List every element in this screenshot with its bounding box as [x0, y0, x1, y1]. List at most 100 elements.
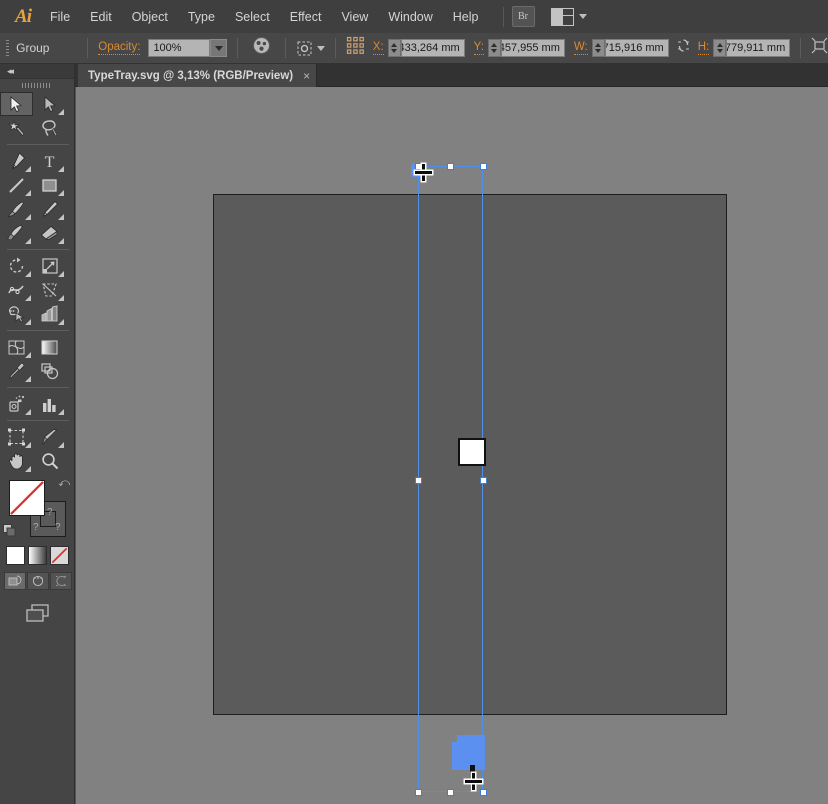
rotate-tool[interactable]	[0, 254, 33, 278]
constrain-proportions-icon[interactable]	[676, 37, 691, 59]
draw-inside-button[interactable]	[50, 572, 72, 590]
selection-handle-top-center[interactable]	[447, 163, 454, 170]
menu-select[interactable]: Select	[225, 6, 280, 28]
menu-view[interactable]: View	[331, 6, 378, 28]
x-stepper[interactable]	[388, 39, 401, 57]
tool-flyout-indicator	[58, 214, 64, 220]
free-transform-tool[interactable]	[33, 278, 66, 302]
default-fill-stroke-icon[interactable]	[3, 524, 16, 537]
rectangle-tool[interactable]	[33, 173, 66, 197]
color-mode-button[interactable]	[6, 546, 25, 565]
width-tool[interactable]	[0, 278, 33, 302]
column-graph-tool[interactable]	[33, 392, 66, 416]
opacity-dropdown-button[interactable]	[210, 39, 227, 57]
gradient-tool[interactable]	[33, 335, 66, 359]
eyedropper-tool[interactable]	[0, 359, 33, 383]
blend-tool[interactable]	[33, 359, 66, 383]
mesh-tool[interactable]	[0, 335, 33, 359]
none-mode-button[interactable]	[50, 546, 69, 565]
menu-object[interactable]: Object	[122, 6, 178, 28]
opacity-label[interactable]: Opacity:	[98, 41, 140, 55]
y-input[interactable]: 457,955 mm	[501, 39, 565, 57]
align-objects-button[interactable]	[296, 40, 325, 57]
hand-tool[interactable]	[0, 449, 33, 473]
menu-help[interactable]: Help	[443, 6, 489, 28]
tool-flyout-indicator	[58, 166, 64, 172]
w-stepper[interactable]	[592, 39, 605, 57]
tool-divider	[7, 249, 69, 250]
menu-edit[interactable]: Edit	[80, 6, 122, 28]
transform-reference-point-icon[interactable]	[346, 36, 365, 60]
anchor-point[interactable]	[480, 477, 487, 484]
control-bar-grip[interactable]	[6, 40, 9, 57]
canvas-area[interactable]	[76, 87, 828, 804]
pen-tool[interactable]	[0, 149, 33, 173]
svg-text:T: T	[45, 154, 55, 170]
document-tab[interactable]: TypeTray.svg @ 3,13% (RGB/Preview) ×	[78, 64, 317, 87]
menu-effect[interactable]: Effect	[280, 6, 332, 28]
tools-panel-grip[interactable]	[0, 79, 74, 92]
selection-tool[interactable]	[0, 92, 33, 116]
zoom-tool[interactable]	[33, 449, 66, 473]
selection-handle-middle-left[interactable]	[415, 477, 422, 484]
h-stepper[interactable]	[713, 39, 726, 57]
blue-rectangle-shape-secondary[interactable]	[452, 742, 480, 770]
tool-flyout-indicator	[58, 109, 64, 115]
lasso-tool[interactable]	[33, 116, 66, 140]
white-rectangle-shape[interactable]	[458, 438, 486, 466]
perspective-grid-tool[interactable]	[33, 302, 66, 326]
selection-handle-bottom-left[interactable]	[415, 789, 422, 796]
bridge-button[interactable]: Br	[512, 6, 535, 27]
tool-flyout-indicator	[58, 238, 64, 244]
tool-flyout-indicator	[58, 409, 64, 415]
x-input[interactable]: -433,264 mm	[401, 39, 465, 57]
draw-normal-button[interactable]	[4, 572, 26, 590]
isolate-selected-object-icon[interactable]	[811, 37, 828, 59]
menu-type[interactable]: Type	[178, 6, 225, 28]
tool-flyout-indicator	[25, 238, 31, 244]
opacity-input[interactable]: 100%	[148, 39, 210, 57]
menu-bar: Ai File Edit Object Type Select Effect V…	[0, 0, 828, 33]
h-input[interactable]: 5779,911 mm	[726, 39, 790, 57]
magic-wand-tool[interactable]	[0, 116, 33, 140]
menu-file[interactable]: File	[40, 6, 80, 28]
paintbrush-tool[interactable]	[0, 197, 33, 221]
scale-tool[interactable]	[33, 254, 66, 278]
selection-handle-bottom-right[interactable]	[480, 789, 487, 796]
line-segment-tool[interactable]	[0, 173, 33, 197]
draw-behind-button[interactable]	[27, 572, 49, 590]
symbol-sprayer-tool[interactable]	[0, 392, 33, 416]
slice-tool[interactable]	[33, 425, 66, 449]
tool-flyout-indicator	[25, 352, 31, 358]
tool-flyout-indicator	[25, 319, 31, 325]
selection-handle-bottom-center[interactable]	[447, 789, 454, 796]
y-stepper[interactable]	[488, 39, 501, 57]
type-tool[interactable]: T	[33, 149, 66, 173]
pencil-tool[interactable]	[33, 197, 66, 221]
recolor-artwork-icon[interactable]	[252, 36, 271, 60]
tool-flyout-indicator	[58, 271, 64, 277]
tools-panel-collapse-button[interactable]: ◂◂	[0, 64, 74, 79]
divider	[237, 38, 238, 58]
eraser-tool[interactable]	[33, 221, 66, 245]
fill-swatch[interactable]	[9, 480, 45, 516]
illustrator-window: Ai File Edit Object Type Select Effect V…	[0, 0, 828, 804]
gradient-mode-button[interactable]	[28, 546, 47, 565]
workspace-switcher[interactable]	[551, 8, 587, 26]
direct-selection-tool[interactable]	[33, 92, 66, 116]
blob-brush-tool[interactable]	[0, 221, 33, 245]
w-input[interactable]: 715,916 mm	[605, 39, 669, 57]
close-icon[interactable]: ×	[303, 71, 310, 81]
selection-bounding-box	[418, 166, 483, 792]
artboard-tool[interactable]	[0, 425, 33, 449]
selection-handle-top-right[interactable]	[480, 163, 487, 170]
stroke-hint: ?	[55, 522, 61, 533]
shape-builder-tool[interactable]	[0, 302, 33, 326]
change-screen-mode-button[interactable]	[24, 602, 52, 629]
selection-type-label: Group	[16, 41, 49, 55]
divider	[285, 38, 286, 58]
swap-fill-stroke-icon[interactable]: ⤺	[58, 477, 70, 490]
tool-flyout-indicator	[58, 319, 64, 325]
menu-window[interactable]: Window	[378, 6, 442, 28]
draw-mode-bar	[0, 572, 75, 590]
